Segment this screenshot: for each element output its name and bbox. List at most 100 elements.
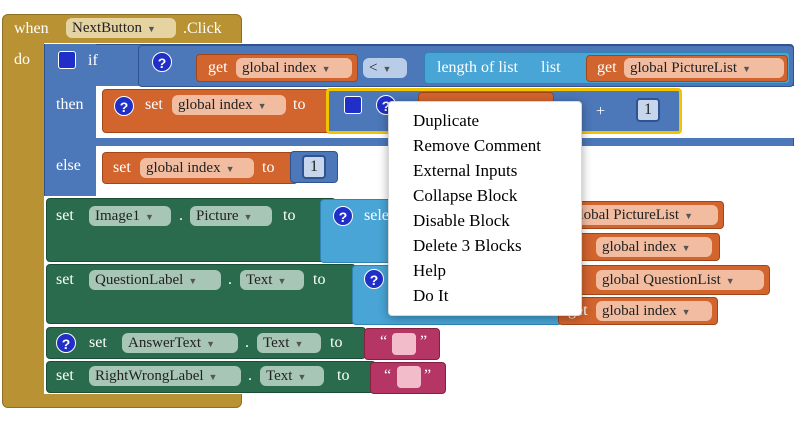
to-label: to — [262, 159, 275, 176]
dot-label: . — [248, 367, 252, 384]
dropdown-triangle-icon: ▼ — [188, 276, 198, 286]
dropdown-triangle-icon: ▼ — [208, 372, 218, 382]
variable-dropdown-global-index[interactable]: global index ▼ — [236, 58, 352, 78]
property-name: Text — [246, 272, 273, 288]
set-label: set — [145, 96, 163, 113]
component-dropdown-questionlabel[interactable]: QuestionLabel ▼ — [89, 270, 221, 290]
if-label: if — [88, 52, 98, 69]
number-literal[interactable]: 1 — [636, 98, 660, 122]
select-label: sele — [364, 207, 389, 224]
property-dropdown-text[interactable]: Text ▼ — [240, 270, 304, 290]
dot-label: . — [245, 334, 249, 351]
dropdown-triangle-icon: ▼ — [243, 212, 253, 222]
to-label: to — [293, 96, 306, 113]
question-icon[interactable]: ? — [364, 269, 384, 289]
property-name: Text — [266, 368, 293, 384]
number-literal[interactable]: 1 — [302, 155, 326, 179]
else-label: else — [56, 157, 81, 174]
component-dropdown-answertext[interactable]: AnswerText ▼ — [122, 333, 238, 353]
event-name-label: .Click — [183, 20, 222, 37]
open-quote: “ — [384, 367, 392, 384]
set-label: set — [56, 367, 74, 384]
question-icon[interactable]: ? — [56, 333, 76, 353]
menu-item-collapse-block[interactable]: Collapse Block — [413, 184, 517, 208]
close-quote: ” — [420, 333, 428, 350]
variable-name: global QuestionList — [602, 272, 721, 288]
variable-dropdown-global-index[interactable]: global index ▼ — [596, 301, 712, 321]
set-label: set — [89, 334, 107, 351]
mutator-square-icon[interactable] — [58, 51, 76, 69]
empty-text-field[interactable] — [392, 333, 416, 355]
component-dropdown-nextbutton[interactable]: NextButton ▼ — [66, 18, 176, 38]
set-label: set — [56, 271, 74, 288]
menu-item-remove-comment[interactable]: Remove Comment — [413, 134, 541, 158]
when-label: when — [14, 20, 49, 37]
set-label: set — [56, 207, 74, 224]
dropdown-triangle-icon: ▼ — [257, 101, 267, 111]
length-of-list-label: length of list — [437, 59, 518, 76]
menu-item-do-it[interactable]: Do It — [413, 284, 448, 308]
component-name: NextButton — [72, 20, 142, 36]
menu-item-help[interactable]: Help — [413, 259, 446, 283]
to-label: to — [337, 367, 350, 384]
variable-name: global index — [146, 160, 221, 176]
dropdown-triangle-icon: ▼ — [206, 339, 216, 349]
variable-dropdown-global-picturelist[interactable]: global PictureList ▼ — [624, 58, 784, 78]
variable-dropdown-global-index[interactable]: global index ▼ — [140, 158, 254, 178]
dot-label: . — [228, 271, 232, 288]
variable-dropdown-global-index[interactable]: global index ▼ — [596, 237, 712, 257]
plus-label: + — [596, 103, 606, 120]
operator-symbol: < — [369, 60, 378, 76]
component-dropdown-rightwronglabel[interactable]: RightWrongLabel ▼ — [89, 366, 241, 386]
variable-name: global index — [178, 97, 253, 113]
question-icon[interactable]: ? — [114, 96, 134, 116]
component-name: Image1 — [95, 208, 140, 224]
block-context-menu: Duplicate Remove Comment External Inputs… — [388, 101, 582, 316]
to-label: to — [330, 334, 343, 351]
dropdown-triangle-icon: ▼ — [297, 372, 307, 382]
menu-item-disable-block[interactable]: Disable Block — [413, 209, 510, 233]
dropdown-triangle-icon: ▼ — [725, 276, 735, 286]
do-label: do — [14, 51, 30, 68]
component-dropdown-image1[interactable]: Image1 ▼ — [89, 206, 171, 226]
dropdown-triangle-icon: ▼ — [147, 24, 156, 34]
property-name: Text — [263, 335, 290, 351]
list-label: list — [541, 59, 561, 76]
menu-item-delete-blocks[interactable]: Delete 3 Blocks — [413, 234, 522, 258]
set-label: set — [113, 159, 131, 176]
dropdown-triangle-icon: ▼ — [321, 64, 331, 74]
variable-name: global PictureList — [572, 207, 680, 223]
to-label: to — [283, 207, 296, 224]
get-label: get — [597, 59, 617, 76]
component-name: AnswerText — [128, 335, 202, 351]
menu-item-duplicate[interactable]: Duplicate — [413, 109, 479, 133]
to-label: to — [313, 271, 326, 288]
component-name: RightWrongLabel — [95, 368, 204, 384]
variable-name: global index — [602, 303, 677, 319]
variable-dropdown-global-index[interactable]: global index ▼ — [172, 95, 286, 115]
variable-name: global PictureList — [630, 60, 738, 76]
question-icon[interactable]: ? — [152, 52, 172, 72]
open-quote: “ — [380, 333, 388, 350]
menu-item-external-inputs[interactable]: External Inputs — [413, 159, 517, 183]
dropdown-triangle-icon: ▼ — [382, 64, 392, 74]
dropdown-triangle-icon: ▼ — [684, 211, 693, 221]
empty-text-field[interactable] — [397, 366, 421, 388]
operator-dropdown[interactable]: < ▼ — [363, 58, 407, 78]
dot-label: . — [179, 207, 183, 224]
get-label: get — [208, 59, 228, 76]
variable-dropdown-global-picturelist[interactable]: global PictureList ▼ — [566, 205, 718, 225]
variable-dropdown-global-questionlist[interactable]: global QuestionList ▼ — [596, 270, 764, 290]
property-dropdown-text[interactable]: Text ▼ — [260, 366, 324, 386]
property-name: Picture — [196, 208, 239, 224]
dropdown-triangle-icon: ▼ — [294, 339, 304, 349]
question-icon[interactable]: ? — [333, 206, 353, 226]
dropdown-triangle-icon: ▼ — [742, 64, 751, 74]
dropdown-triangle-icon: ▼ — [144, 212, 154, 222]
dropdown-triangle-icon: ▼ — [277, 276, 287, 286]
close-quote: ” — [424, 367, 432, 384]
mutator-square-icon[interactable] — [344, 96, 362, 114]
property-dropdown-picture[interactable]: Picture ▼ — [190, 206, 272, 226]
property-dropdown-text[interactable]: Text ▼ — [257, 333, 321, 353]
then-label: then — [56, 96, 84, 113]
